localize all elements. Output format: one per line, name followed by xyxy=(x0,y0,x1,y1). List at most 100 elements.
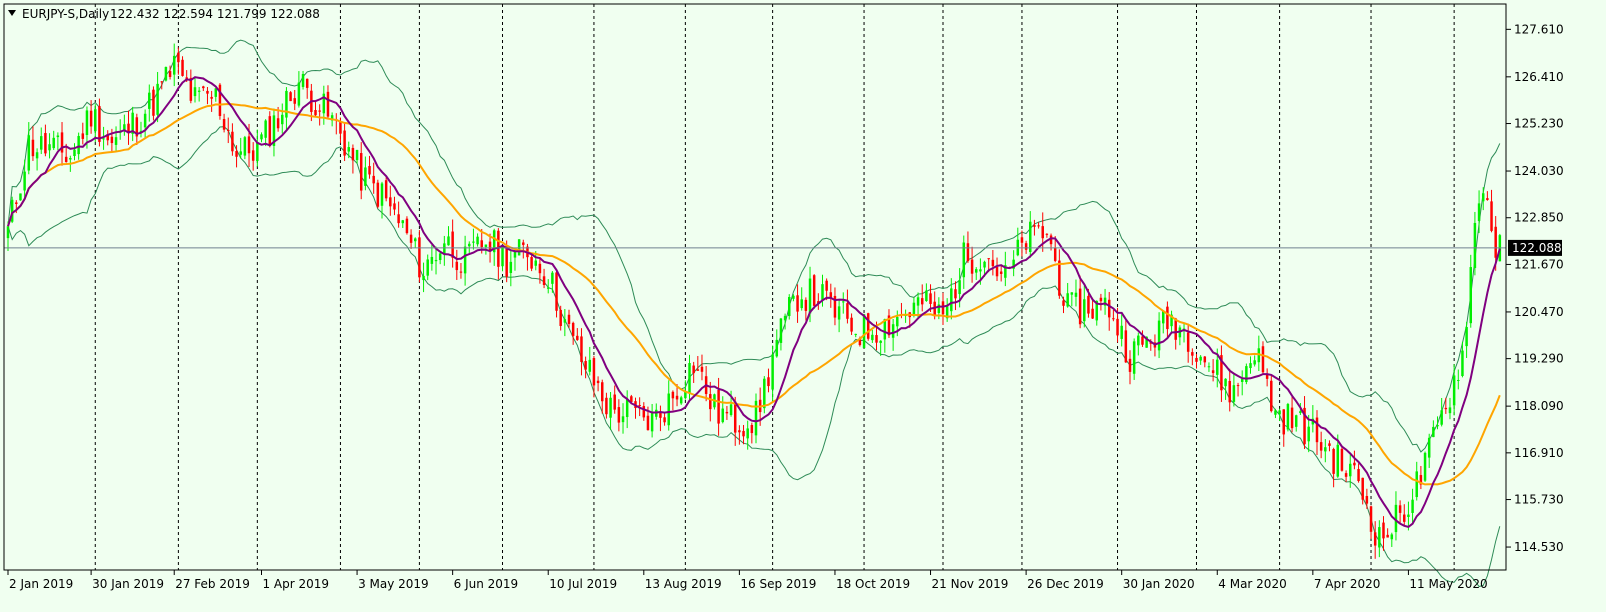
candle-body xyxy=(1427,437,1431,458)
candle-body xyxy=(1174,318,1177,340)
candle-body xyxy=(426,259,429,276)
candle-body xyxy=(621,416,625,423)
candle-body xyxy=(1490,201,1493,231)
candle-body xyxy=(1070,292,1074,295)
ohlc-values: 122.432 122.594 121.799 122.088 xyxy=(110,7,320,21)
candle-body xyxy=(530,257,533,269)
candle-body xyxy=(991,259,995,267)
candle xyxy=(812,274,816,309)
candle-body xyxy=(1062,300,1065,306)
candle-body xyxy=(1240,378,1244,382)
candle-body xyxy=(584,361,587,370)
candle-body xyxy=(688,363,691,393)
candle-body xyxy=(792,295,795,299)
candle-body xyxy=(862,314,866,349)
candle-body xyxy=(505,246,508,277)
candle-body xyxy=(1157,320,1161,351)
candle-body xyxy=(746,428,749,439)
x-tick-label: 4 Mar 2020 xyxy=(1218,577,1286,591)
candle-body xyxy=(397,214,400,224)
candle-body xyxy=(463,246,467,274)
candle-body xyxy=(1403,514,1406,522)
candle-body xyxy=(1415,471,1418,498)
candle-body xyxy=(1290,407,1294,429)
candle-body xyxy=(1024,243,1028,250)
candle-body xyxy=(1074,292,1078,297)
candle-body xyxy=(110,136,114,144)
candle-body xyxy=(351,147,355,161)
candle-body xyxy=(941,301,945,315)
candle-body xyxy=(896,317,899,327)
candle-body xyxy=(783,315,787,321)
x-tick-label: 11 May 2020 xyxy=(1409,577,1487,591)
candle-body xyxy=(763,378,766,409)
candle-body xyxy=(202,86,205,89)
candle-body xyxy=(1469,267,1473,324)
candle-body xyxy=(1037,225,1040,227)
candle-body xyxy=(434,259,438,262)
candle-body xyxy=(1353,462,1356,466)
candle-body xyxy=(1137,335,1140,346)
candle-body xyxy=(501,245,504,267)
y-tick-label: 121.670 xyxy=(1514,257,1564,271)
candle-body xyxy=(56,135,60,138)
candle-body xyxy=(1357,468,1360,482)
candle-body xyxy=(459,271,463,273)
y-tick-label: 122.850 xyxy=(1514,211,1564,225)
candle-body xyxy=(1053,248,1057,261)
candle-body xyxy=(1041,226,1044,239)
candle-body xyxy=(679,397,683,404)
candle-body xyxy=(318,110,321,112)
candle-body xyxy=(675,395,679,400)
candle-body xyxy=(1369,506,1373,532)
candle-body xyxy=(555,272,558,311)
candle-body xyxy=(301,73,305,87)
candle-body xyxy=(264,120,267,138)
candle-body xyxy=(1336,444,1340,477)
candle-body xyxy=(210,96,213,99)
price-chart[interactable]: 127.610 126.410 125.230 124.030 122.850 121.6… xyxy=(0,0,1606,612)
chart-canvas[interactable]: 127.610 126.410 125.230 124.030 122.850 121.6… xyxy=(0,0,1606,612)
candle xyxy=(418,230,421,283)
candle-body xyxy=(995,266,999,277)
candle-body xyxy=(6,226,10,239)
candle-body xyxy=(1245,366,1248,383)
candle-body xyxy=(339,121,342,134)
candle-body xyxy=(692,365,695,374)
candle-body xyxy=(409,234,413,243)
candle-body xyxy=(1452,375,1456,406)
candle-body xyxy=(143,113,147,128)
candle-body xyxy=(172,55,176,75)
candle-body xyxy=(1477,203,1481,222)
candle-body xyxy=(1457,379,1460,381)
candle-body xyxy=(430,256,434,264)
candle-body xyxy=(393,203,396,210)
candle-body xyxy=(563,319,567,323)
candle-body xyxy=(85,110,89,135)
candle xyxy=(1423,451,1427,482)
candle-body xyxy=(576,335,579,340)
candle xyxy=(866,312,870,341)
candle-body xyxy=(1211,370,1215,374)
candle-body xyxy=(891,324,895,338)
candle-body xyxy=(1249,363,1252,369)
candle-body xyxy=(1332,448,1335,474)
candle-body xyxy=(251,150,255,161)
candle-body xyxy=(368,166,371,175)
candle-body xyxy=(1270,380,1273,412)
candle-body xyxy=(1448,407,1452,414)
candle-body xyxy=(1058,260,1061,296)
candle-body xyxy=(1033,225,1036,227)
candle-body xyxy=(871,334,874,341)
candle-body xyxy=(1432,426,1435,438)
candle-body xyxy=(542,276,546,286)
candle-body xyxy=(276,118,280,129)
candle-body xyxy=(509,261,513,273)
candle-body xyxy=(1378,527,1381,548)
y-tick-label: 124.030 xyxy=(1514,164,1564,178)
candle-body xyxy=(1328,443,1331,446)
candle-body xyxy=(380,183,384,206)
candle-body xyxy=(983,261,986,268)
candle-body xyxy=(23,171,26,191)
candle-body xyxy=(1315,417,1319,443)
